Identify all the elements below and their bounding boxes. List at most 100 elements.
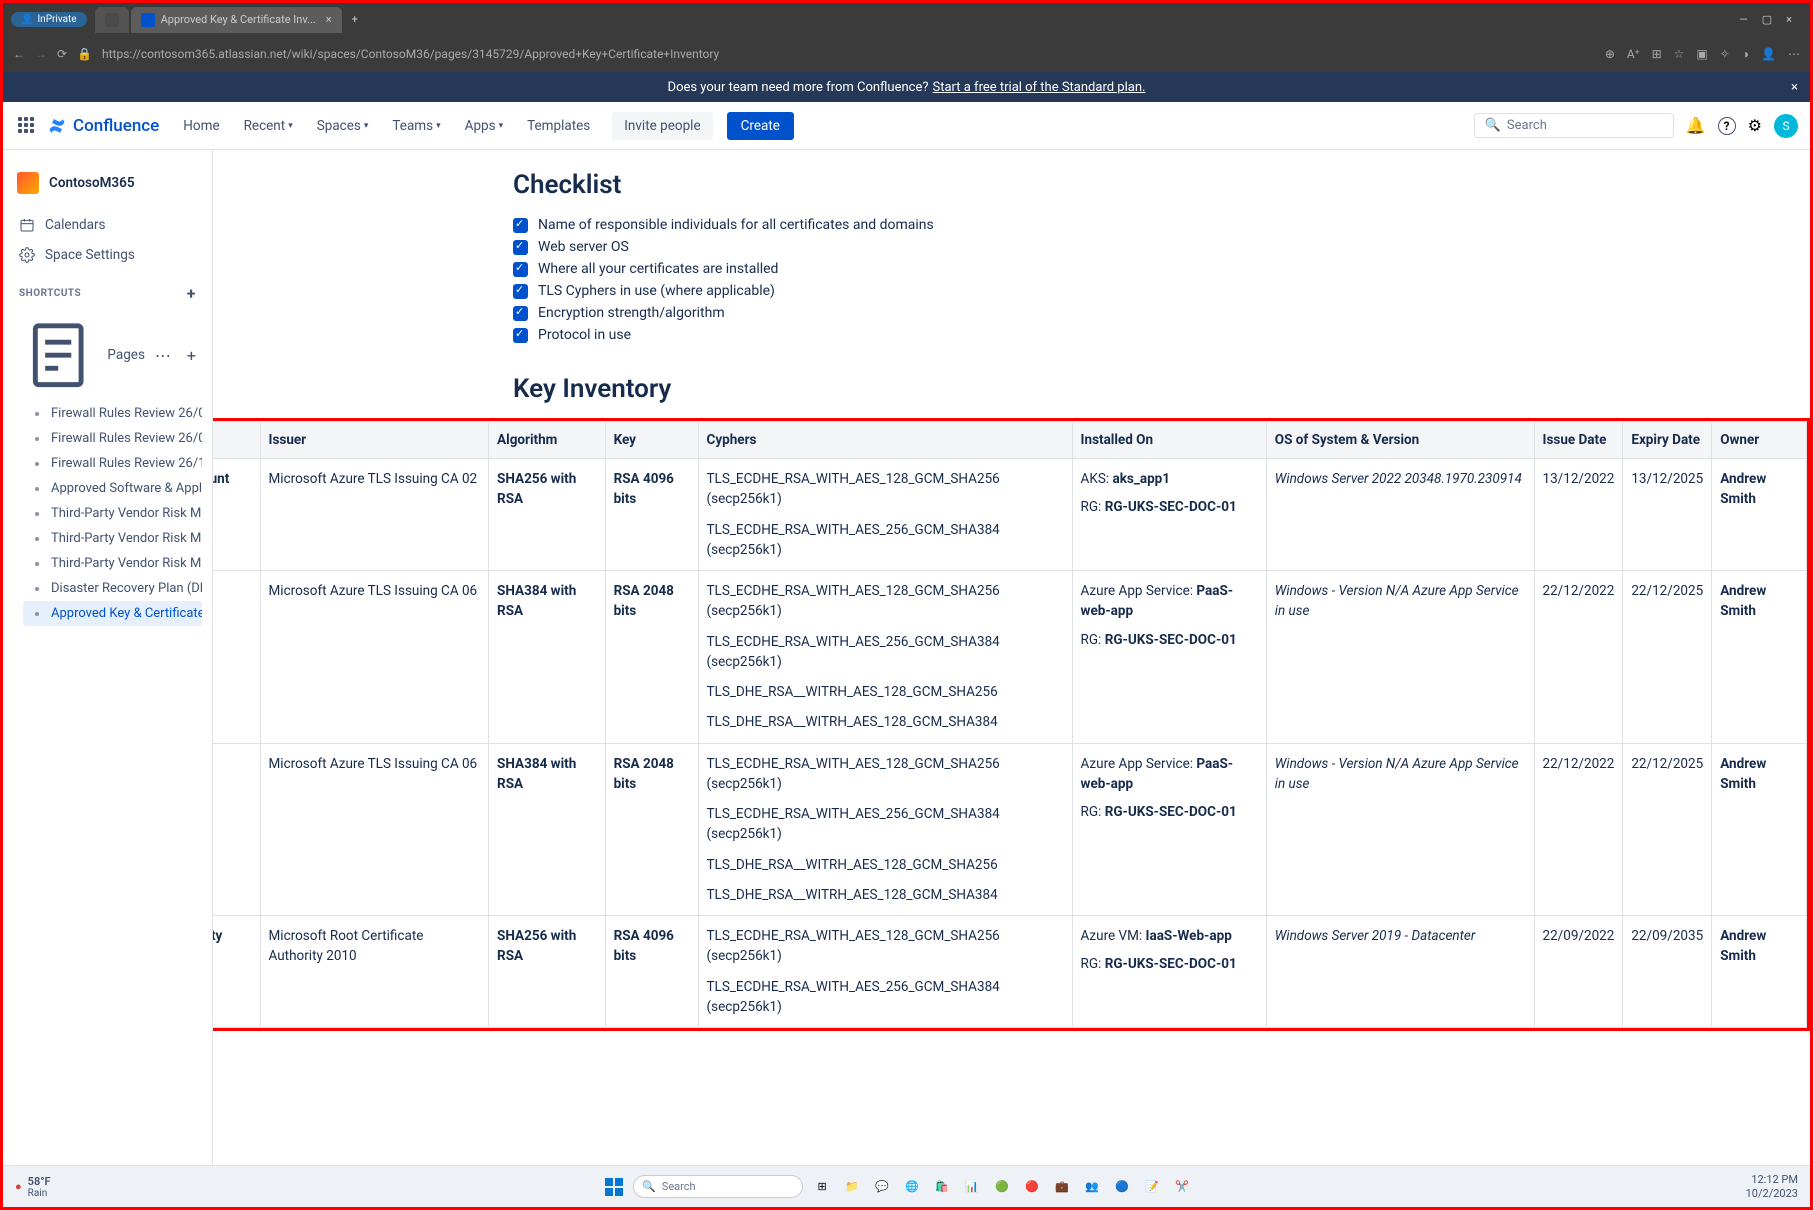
add-shortcut-icon[interactable]: +	[187, 284, 196, 303]
close-window-icon[interactable]: ×	[1786, 13, 1792, 26]
page-tree-item[interactable]: Approved Software & Applications...	[23, 476, 202, 501]
page-tree-item[interactable]: Third-Party Vendor Risk Managem...	[23, 501, 202, 526]
page-tree-item[interactable]: Third-Party Vendor Risk Managem...	[23, 526, 202, 551]
taskbar-word-icon[interactable]: 📝	[1141, 1176, 1163, 1198]
nav-recent[interactable]: Recent▾	[236, 114, 301, 138]
tab-blank[interactable]	[95, 7, 129, 33]
nav-templates[interactable]: Templates	[519, 114, 598, 138]
checked-icon[interactable]	[513, 328, 528, 343]
cell-installed: Azure VM: IaaS-Web-appRG: RG-UKS-SEC-DOC…	[1072, 916, 1266, 1028]
extensions-icon[interactable]: ✧	[1720, 47, 1730, 61]
back-icon[interactable]: ←	[13, 47, 25, 61]
sidebar-calendars[interactable]: Calendars	[13, 210, 202, 240]
help-icon[interactable]: ?	[1718, 117, 1736, 135]
avatar[interactable]: S	[1774, 114, 1798, 138]
new-tab-button[interactable]: +	[344, 13, 366, 26]
zoom-icon[interactable]: ⊕	[1605, 47, 1615, 61]
notifications-icon[interactable]: 🔔	[1686, 116, 1706, 135]
pages-header[interactable]: Pages ⋯ +	[13, 309, 202, 401]
cell-issue-date: 22/09/2022	[1534, 916, 1623, 1028]
maximize-icon[interactable]: ▢	[1762, 13, 1772, 26]
tab-close-icon[interactable]: ×	[326, 13, 332, 26]
profile-icon[interactable]: 👤	[1761, 47, 1776, 61]
sidebar: ContosoM365 Calendars Space Settings SHO…	[3, 150, 213, 1165]
space-header[interactable]: ContosoM365	[13, 166, 202, 210]
banner-text: Does your team need more from Confluence…	[668, 80, 929, 95]
start-icon[interactable]	[603, 1176, 625, 1198]
taskbar-edge-icon[interactable]: 🌐	[901, 1176, 923, 1198]
nav-teams[interactable]: Teams▾	[384, 114, 448, 138]
collections-icon[interactable]: ▣	[1696, 47, 1707, 61]
add-page-icon[interactable]: +	[187, 346, 196, 365]
nav-home[interactable]: Home	[175, 114, 227, 138]
tab-active[interactable]: Approved Key & Certificate Inv... ×	[131, 7, 342, 33]
banner-link[interactable]: Start a free trial of the Standard plan.	[933, 80, 1146, 95]
cell-owner: Andrew Smith	[1712, 571, 1807, 744]
taskbar-app-icon[interactable]: 🔵	[1111, 1176, 1133, 1198]
checked-icon[interactable]	[513, 262, 528, 277]
taskbar-chrome-icon[interactable]: 🔴	[1021, 1176, 1043, 1198]
taskbar-search[interactable]: 🔍Search	[633, 1175, 803, 1198]
sidebar-space-settings[interactable]: Space Settings	[13, 240, 202, 270]
page-tree-item[interactable]: Firewall Rules Review 26/09/2023	[23, 401, 202, 426]
create-button[interactable]: Create	[727, 112, 794, 140]
space-icon	[17, 172, 39, 194]
cell-algorithm: SHA256 with RSA	[489, 916, 606, 1028]
checked-icon[interactable]	[513, 306, 528, 321]
minimize-icon[interactable]: —	[1739, 13, 1748, 26]
invite-people-button[interactable]: Invite people	[612, 112, 712, 140]
favorite-icon[interactable]: ☆	[1674, 47, 1685, 61]
cell-os: Windows - Version N/A Azure App Service …	[1266, 743, 1534, 916]
taskbar-clock[interactable]: 12:12 PM 10/2/2023	[1746, 1173, 1798, 1199]
taskbar-teams-icon[interactable]: 👥	[1081, 1176, 1103, 1198]
page-tree-item[interactable]: Firewall Rules Review 26/10/2022	[23, 451, 202, 476]
nav-apps[interactable]: Apps▾	[457, 114, 511, 138]
read-aloud-icon[interactable]: A⁺	[1627, 47, 1640, 61]
settings-icon[interactable]: ⚙	[1748, 116, 1762, 135]
taskbar-snip-icon[interactable]: ✂️	[1171, 1176, 1193, 1198]
pages-more-icon[interactable]: ⋯	[155, 346, 171, 365]
taskbar-app-icon[interactable]: 📁	[841, 1176, 863, 1198]
table-row: tls_certificateMicrosoft Azure TLS Issui…	[213, 571, 1807, 744]
taskbar-app-icon[interactable]: 🟢	[991, 1176, 1013, 1198]
upsell-banner: Does your team need more from Confluence…	[3, 72, 1810, 102]
cell-issue-date: 13/12/2022	[1534, 459, 1623, 571]
taskbar-weather[interactable]: ● 58°F Rain	[15, 1175, 51, 1199]
page-tree-item[interactable]: Approved Key & Certificate Invent...	[23, 601, 202, 626]
nav-spaces[interactable]: Spaces▾	[309, 114, 377, 138]
checklist-item: Name of responsible individuals for all …	[513, 214, 1573, 236]
search-input[interactable]: 🔍 Search	[1474, 113, 1674, 138]
page-content: Checklist Name of responsible individual…	[213, 150, 1810, 1165]
page-tree-item[interactable]: Disaster Recovery Plan (DRP)	[23, 576, 202, 601]
checklist-item: Protocol in use	[513, 324, 1573, 346]
chevron-down-icon: ▾	[288, 121, 293, 131]
checked-icon[interactable]	[513, 240, 528, 255]
checklist-item: TLS Cyphers in use (where applicable)	[513, 280, 1573, 302]
taskbar-app-icon[interactable]: 💼	[1051, 1176, 1073, 1198]
copilot-icon[interactable]: ◑	[1742, 47, 1749, 61]
page-icon	[19, 316, 97, 394]
checked-icon[interactable]	[513, 284, 528, 299]
page-tree-item[interactable]: Third-Party Vendor Risk Managem...	[23, 551, 202, 576]
url-field[interactable]: https://contosom365.atlassian.net/wiki/s…	[102, 47, 1595, 61]
refresh-icon[interactable]: ⟳	[57, 47, 67, 61]
table-column-header: Issuer	[260, 422, 489, 459]
banner-close-icon[interactable]: ×	[1791, 80, 1798, 95]
confluence-logo[interactable]: Confluence	[47, 116, 159, 136]
taskbar-store-icon[interactable]: 🛍️	[931, 1176, 953, 1198]
taskbar-app-icon[interactable]: 💬	[871, 1176, 893, 1198]
checklist-item: Web server OS	[513, 236, 1573, 258]
app-switcher-icon[interactable]	[15, 114, 39, 138]
task-view-icon[interactable]: ⊞	[811, 1176, 833, 1198]
cell-algorithm: SHA256 with RSA	[489, 459, 606, 571]
windows-taskbar: ● 58°F Rain 🔍Search ⊞ 📁 💬 🌐 🛍️ 📊 🟢 🔴 💼 👥…	[3, 1165, 1810, 1207]
addons-icon[interactable]: ⊞	[1652, 47, 1662, 61]
checked-icon[interactable]	[513, 218, 528, 233]
search-icon: 🔍	[1485, 118, 1501, 133]
page-tree-item[interactable]: Firewall Rules Review 26/03/2023	[23, 426, 202, 451]
taskbar-app-icon[interactable]: 📊	[961, 1176, 983, 1198]
confluence-logo-icon	[47, 116, 67, 136]
forward-icon[interactable]: →	[35, 47, 47, 61]
cell-issue-date: 22/12/2022	[1534, 743, 1623, 916]
more-icon[interactable]: ⋯	[1788, 47, 1800, 61]
